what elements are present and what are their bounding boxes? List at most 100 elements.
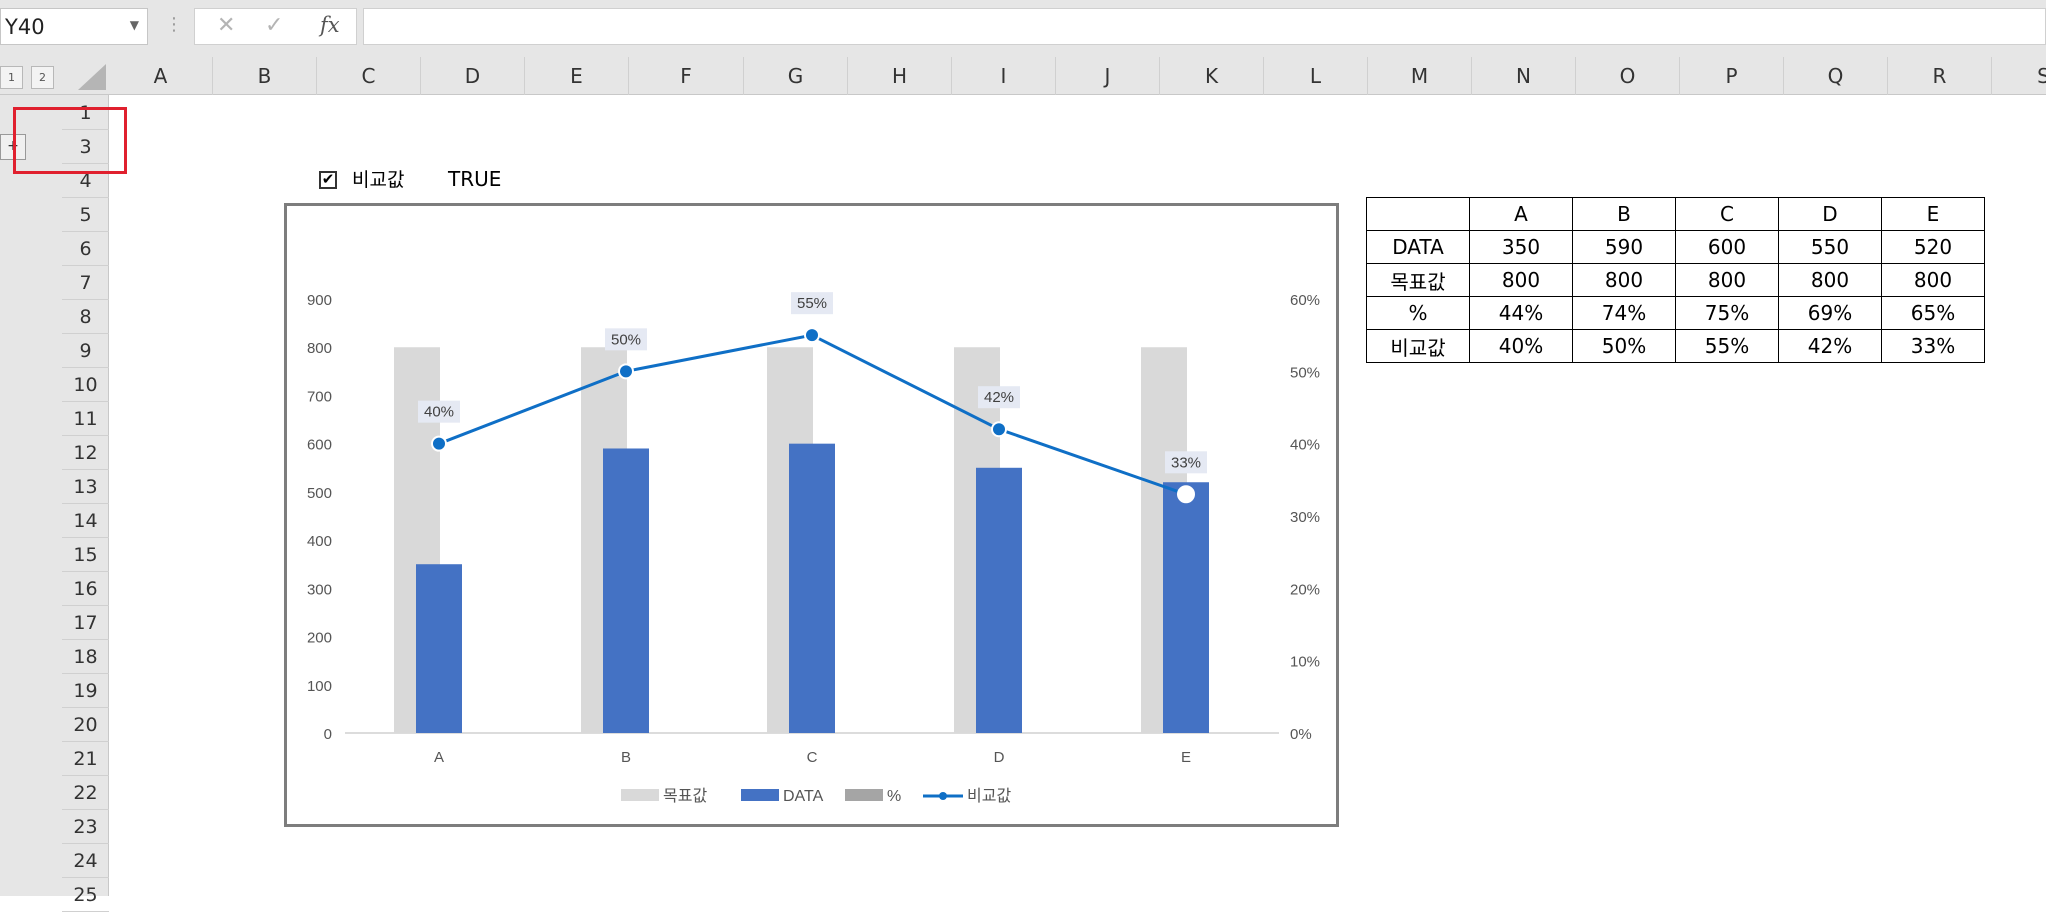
row-header-25[interactable]: 25 [62, 878, 109, 912]
row-header-7[interactable]: 7 [62, 266, 109, 300]
y2-tick-label: 0% [1290, 726, 1312, 743]
column-header-a[interactable]: A [109, 57, 213, 95]
data-bar [789, 443, 835, 733]
row-header-15[interactable]: 15 [62, 538, 109, 572]
row-header-5[interactable]: 5 [62, 198, 109, 232]
table-cell[interactable]: 40% [1469, 329, 1573, 363]
table-cell[interactable]: 800 [1881, 263, 1985, 297]
data-table: A B C D E DATA 350 590 600 550 520 목표값 800 800 800 800 8… [1366, 197, 1985, 363]
y-tick-label: 300 [307, 581, 332, 598]
column-header-s[interactable]: S [1992, 57, 2046, 95]
column-header-o[interactable]: O [1576, 57, 1680, 95]
table-cell[interactable]: 44% [1469, 296, 1573, 330]
column-header-q[interactable]: Q [1784, 57, 1888, 95]
row-header-16[interactable]: 16 [62, 572, 109, 606]
table-cell[interactable]: 600 [1675, 230, 1779, 264]
table-cell[interactable]: 42% [1778, 329, 1882, 363]
table-cell[interactable]: 75% [1675, 296, 1779, 330]
enter-icon[interactable]: ✓ [265, 13, 283, 38]
chart-area[interactable]: 0 100 200 300 400 500 600 700 800 900 0% 10% 20% 30% 4… [284, 203, 1339, 827]
column-header-d[interactable]: D [421, 57, 525, 95]
chevron-down-icon[interactable]: ▼ [130, 18, 139, 32]
cancel-icon[interactable]: ✕ [217, 13, 235, 38]
row-header-14[interactable]: 14 [62, 504, 109, 538]
row-header-22[interactable]: 22 [62, 776, 109, 810]
table-header-cell[interactable]: E [1881, 197, 1985, 231]
column-header-g[interactable]: G [744, 57, 848, 95]
compare-point [431, 435, 447, 452]
table-cell[interactable]: 350 [1469, 230, 1573, 264]
table-cell[interactable]: 55% [1675, 329, 1779, 363]
outline-level-2-button[interactable]: 2 [31, 66, 54, 89]
column-header-n[interactable]: N [1472, 57, 1576, 95]
data-label: 42% [984, 389, 1014, 406]
column-header-b[interactable]: B [213, 57, 317, 95]
table-cell[interactable]: 50% [1572, 329, 1676, 363]
y-tick-label: 400 [307, 533, 332, 550]
select-all-corner[interactable] [78, 64, 106, 90]
table-cell[interactable]: 800 [1469, 263, 1573, 297]
row-header-10[interactable]: 10 [62, 368, 109, 402]
row-header-20[interactable]: 20 [62, 708, 109, 742]
table-cell[interactable]: 800 [1572, 263, 1676, 297]
table-row-label[interactable]: 목표값 [1366, 263, 1470, 297]
checkbox-compare[interactable]: ✔ [319, 171, 337, 189]
column-header-m[interactable]: M [1368, 57, 1472, 95]
formula-bar: Y40 ▼ ⋮ ✕ ✓ fx [0, 0, 2046, 57]
table-header-cell[interactable]: D [1778, 197, 1882, 231]
row-header-9[interactable]: 9 [62, 334, 109, 368]
outline-level-1-button[interactable]: 1 [0, 66, 23, 89]
table-header-cell[interactable]: C [1675, 197, 1779, 231]
column-header-f[interactable]: F [629, 57, 744, 95]
table-cell[interactable]: 520 [1881, 230, 1985, 264]
table-cell[interactable]: 74% [1572, 296, 1676, 330]
column-header-l[interactable]: L [1264, 57, 1368, 95]
row-header-11[interactable]: 11 [62, 402, 109, 436]
table-cell[interactable]: 550 [1778, 230, 1882, 264]
table-row-label[interactable]: DATA [1366, 230, 1470, 264]
y-tick-label: 700 [307, 388, 332, 405]
row-header-21[interactable]: 21 [62, 742, 109, 776]
insert-function-icon[interactable]: fx [320, 13, 340, 37]
table-header-cell[interactable] [1366, 197, 1470, 231]
table-row: DATA 350 590 600 550 520 [1366, 230, 1985, 264]
checkbox-label[interactable]: 비교값 [352, 165, 404, 192]
table-cell[interactable]: 800 [1778, 263, 1882, 297]
column-header-i[interactable]: I [952, 57, 1056, 95]
table-cell[interactable]: 69% [1778, 296, 1882, 330]
row-header-24[interactable]: 24 [62, 844, 109, 878]
y2-tick-label: 60% [1290, 292, 1320, 309]
column-header-p[interactable]: P [1680, 57, 1784, 95]
name-box[interactable]: Y40 ▼ [0, 8, 148, 45]
table-cell[interactable]: 800 [1675, 263, 1779, 297]
row-header-13[interactable]: 13 [62, 470, 109, 504]
table-cell[interactable]: 590 [1572, 230, 1676, 264]
table-cell[interactable]: 33% [1881, 329, 1985, 363]
column-header-h[interactable]: H [848, 57, 952, 95]
y-tick-label: 0 [324, 726, 332, 743]
table-row-label[interactable]: 비교값 [1366, 329, 1470, 363]
row-header-6[interactable]: 6 [62, 232, 109, 266]
row-header-19[interactable]: 19 [62, 674, 109, 708]
column-header-c[interactable]: C [317, 57, 421, 95]
x-tick-label: C [807, 749, 818, 766]
y-tick-label: 500 [307, 485, 332, 502]
table-row-label[interactable]: % [1366, 296, 1470, 330]
column-header-e[interactable]: E [525, 57, 629, 95]
row-header-12[interactable]: 12 [62, 436, 109, 470]
legend-swatch-data [741, 789, 779, 801]
table-header-cell[interactable]: A [1469, 197, 1573, 231]
row-header-18[interactable]: 18 [62, 640, 109, 674]
row-header-17[interactable]: 17 [62, 606, 109, 640]
y-tick-label: 200 [307, 630, 332, 647]
x-tick-label: A [434, 749, 444, 766]
row-header-8[interactable]: 8 [62, 300, 109, 334]
row-header-23[interactable]: 23 [62, 810, 109, 844]
y2-tick-label: 50% [1290, 364, 1320, 381]
column-header-r[interactable]: R [1888, 57, 1992, 95]
formula-input[interactable] [363, 8, 2046, 45]
column-header-k[interactable]: K [1160, 57, 1264, 95]
table-cell[interactable]: 65% [1881, 296, 1985, 330]
column-header-j[interactable]: J [1056, 57, 1160, 95]
table-header-cell[interactable]: B [1572, 197, 1676, 231]
